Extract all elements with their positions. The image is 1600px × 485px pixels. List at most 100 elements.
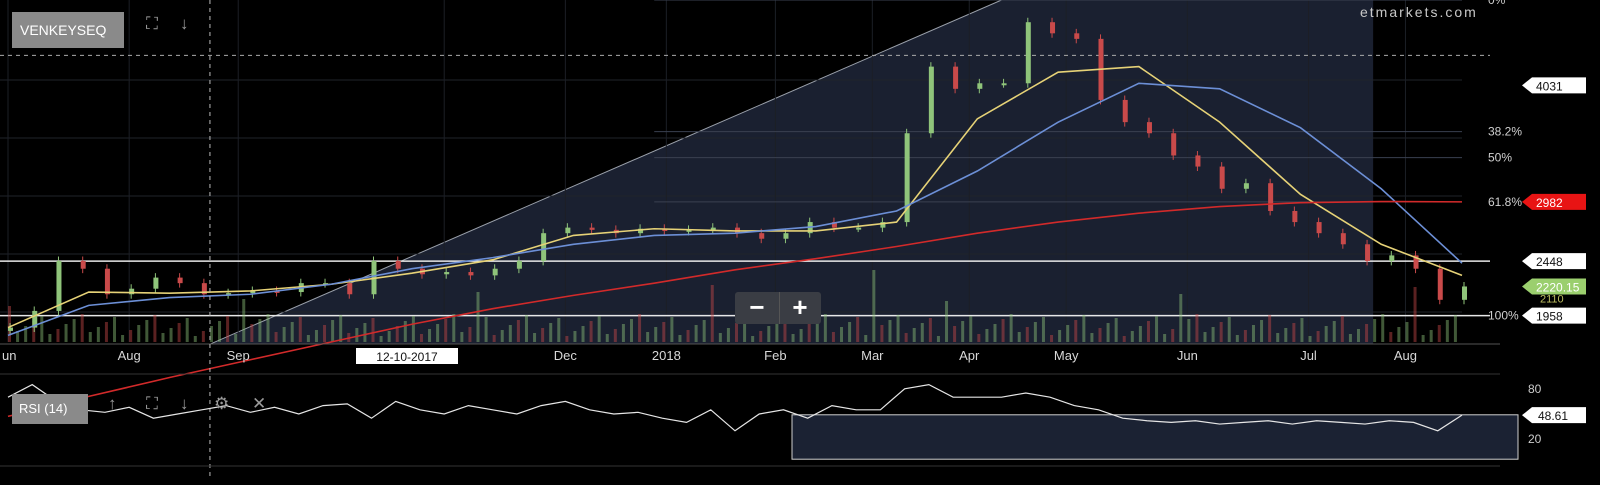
rsi-value-label: 48.61 bbox=[1538, 409, 1568, 423]
x-tick-label: 2018 bbox=[652, 348, 681, 363]
volume-bar bbox=[1163, 334, 1167, 342]
price-badge-label: 1958 bbox=[1536, 310, 1563, 324]
candle-body bbox=[1195, 155, 1201, 167]
volume-bar bbox=[557, 318, 561, 342]
volume-bar bbox=[1421, 335, 1425, 342]
candle-body bbox=[1437, 268, 1443, 300]
price-chart[interactable]: 0% 38.2% 50% 61.8% 100% 4031 2982 2448 2220.15 19… bbox=[0, 0, 1600, 480]
price-badge-label: 2220.15 bbox=[1536, 280, 1580, 294]
volume-bar bbox=[363, 323, 367, 342]
volume-bar bbox=[880, 325, 884, 342]
volume-bar bbox=[379, 336, 383, 342]
candle-body bbox=[1146, 122, 1152, 134]
rsi-label[interactable]: RSI (14) bbox=[12, 394, 88, 424]
candle-body bbox=[759, 233, 765, 239]
volume-bar bbox=[1114, 318, 1118, 342]
volume-bar bbox=[1453, 315, 1457, 342]
crosshair-date-label: 12-10-2017 bbox=[376, 350, 438, 364]
volume-bar bbox=[1130, 331, 1134, 342]
volume-bar bbox=[1187, 319, 1191, 342]
x-tick-label: Mar bbox=[861, 348, 884, 363]
volume-bar bbox=[113, 317, 117, 342]
volume-bar bbox=[735, 323, 738, 342]
volume-bar bbox=[1025, 327, 1029, 342]
candle-body bbox=[541, 233, 547, 261]
volume-bar bbox=[282, 327, 286, 342]
volume-bar bbox=[161, 333, 165, 342]
volume-bar bbox=[56, 329, 60, 342]
volume-bar bbox=[864, 335, 868, 342]
gear-icon[interactable]: ⚙ bbox=[214, 394, 229, 414]
zoom-out-button[interactable]: − bbox=[737, 292, 777, 324]
volume-bar bbox=[371, 318, 375, 342]
candle-body bbox=[1025, 22, 1031, 84]
volume-bar bbox=[565, 336, 569, 342]
volume-bar bbox=[1260, 320, 1264, 342]
volume-bar bbox=[1365, 324, 1369, 342]
volume-bar bbox=[662, 322, 666, 342]
volume-bar bbox=[1356, 329, 1360, 342]
expand-icon[interactable]: ⛶ bbox=[146, 14, 158, 34]
volume-bar bbox=[888, 320, 892, 342]
candle-body bbox=[1268, 183, 1274, 211]
volume-bar bbox=[573, 331, 577, 342]
volume-bar bbox=[516, 320, 520, 342]
candle-body bbox=[1122, 99, 1128, 123]
volume-bar bbox=[419, 334, 423, 342]
x-tick-label: un bbox=[2, 348, 16, 363]
volume-bar bbox=[1308, 336, 1312, 342]
volume-bar bbox=[1316, 331, 1320, 342]
volume-bar bbox=[597, 316, 601, 342]
close-icon[interactable]: ✕ bbox=[252, 394, 266, 414]
volume-bar bbox=[872, 270, 876, 342]
volume-bar bbox=[1106, 323, 1110, 342]
volume-bar bbox=[484, 317, 488, 342]
x-tick-label: May bbox=[1054, 348, 1079, 363]
volume-bar bbox=[1284, 328, 1288, 342]
volume-bar bbox=[411, 316, 415, 342]
volume-bar bbox=[799, 329, 803, 342]
volume-bar bbox=[823, 314, 827, 342]
expand-icon[interactable]: ⛶ bbox=[146, 394, 158, 414]
candle-body bbox=[928, 66, 934, 134]
fib-level-label: 50% bbox=[1488, 151, 1512, 165]
volume-bar bbox=[985, 329, 989, 342]
candle-body bbox=[492, 268, 498, 276]
volume-bar bbox=[1405, 322, 1409, 342]
volume-bar bbox=[726, 328, 730, 342]
volume-bar bbox=[314, 330, 318, 342]
symbol-label[interactable]: VENKEYSEQ bbox=[12, 12, 124, 48]
volume-bar bbox=[840, 327, 844, 342]
zoom-in-button[interactable]: + bbox=[779, 292, 820, 324]
volume-bar bbox=[403, 321, 407, 342]
arrow-down-icon[interactable]: ↓ bbox=[180, 394, 189, 414]
arrow-up-icon[interactable]: ↑ bbox=[108, 394, 117, 414]
volume-bar bbox=[444, 319, 448, 342]
volume-bar bbox=[993, 324, 997, 342]
volume-bar bbox=[646, 332, 650, 342]
x-tick-label: Jul bbox=[1300, 348, 1317, 363]
volume-bar bbox=[96, 327, 100, 342]
volume-bar bbox=[1041, 317, 1045, 342]
volume-bar bbox=[1300, 318, 1304, 342]
volume-bar bbox=[266, 314, 270, 342]
candle-body bbox=[1074, 33, 1080, 39]
volume-bar bbox=[1413, 287, 1417, 342]
volume-bar bbox=[1268, 315, 1272, 342]
volume-bar bbox=[589, 321, 593, 342]
chart-stage: 0% 38.2% 50% 61.8% 100% 4031 2982 2448 2220.15 19… bbox=[0, 0, 1600, 480]
volume-bar bbox=[129, 330, 133, 342]
candle-body bbox=[977, 83, 983, 89]
volume-bar bbox=[856, 317, 860, 342]
volume-bar bbox=[1445, 320, 1449, 342]
volume-bar bbox=[258, 319, 262, 342]
volume-bar bbox=[1066, 325, 1070, 342]
candle-body bbox=[1219, 166, 1225, 189]
volume-bar bbox=[177, 323, 181, 342]
arrow-down-icon[interactable]: ↓ bbox=[180, 14, 189, 34]
volume-bar bbox=[460, 332, 464, 342]
volume-bar bbox=[1397, 327, 1401, 342]
volume-bar bbox=[549, 323, 553, 342]
volume-bar bbox=[1437, 325, 1441, 342]
candle-body bbox=[1001, 83, 1007, 86]
